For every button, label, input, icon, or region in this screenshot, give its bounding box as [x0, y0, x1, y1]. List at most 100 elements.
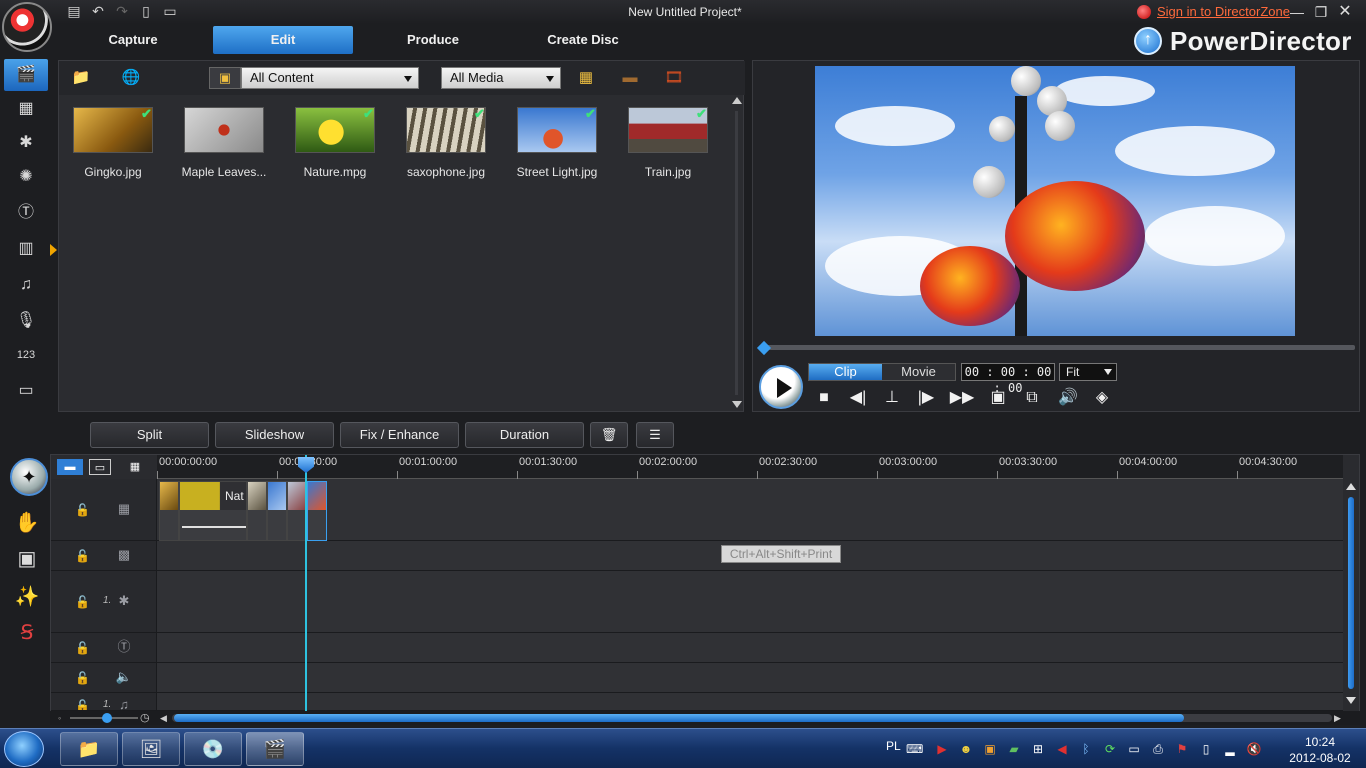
audio-mixing-room-icon[interactable]: ♫ — [4, 269, 48, 301]
close-button[interactable]: ✕ — [1336, 4, 1354, 20]
action-center-icon[interactable]: ⚑ — [1174, 741, 1190, 757]
library-item[interactable]: ✔ Nature.mpg — [285, 107, 385, 187]
language-indicator[interactable]: PL — [886, 739, 901, 753]
voice-track-lane[interactable] — [157, 663, 1343, 692]
download-media-icon[interactable]: 🌐 — [115, 67, 147, 89]
voice-over-room-icon[interactable]: 🎙 — [4, 305, 48, 337]
chapter-room-icon[interactable]: 123 — [4, 339, 48, 371]
hscroll-thumb[interactable] — [174, 714, 1184, 722]
seek-knob[interactable] — [756, 340, 772, 356]
snapshot-icon[interactable]: ▣ — [985, 387, 1011, 409]
scroll-down-icon[interactable] — [732, 401, 742, 408]
preview-window[interactable] — [815, 66, 1295, 336]
slideshow-button[interactable]: Slideshow — [215, 422, 334, 448]
video-clip[interactable] — [307, 481, 327, 541]
save-icon[interactable]: ▤ — [66, 3, 82, 19]
split-button[interactable]: Split — [90, 422, 209, 448]
play-button[interactable] — [759, 365, 803, 409]
timeline-ruler[interactable]: 00:00:00:00 00:00:30:00 00:01:00:00 00:0… — [157, 455, 1343, 479]
previous-frame-icon[interactable]: ◀| — [845, 387, 871, 409]
magic-movie-icon[interactable]: ✦ — [10, 458, 48, 496]
scroll-thumb[interactable] — [1348, 497, 1354, 689]
fast-forward-icon[interactable]: ▶▶ — [949, 387, 975, 409]
undock-icon[interactable]: ⧉ — [1019, 387, 1045, 409]
tab-edit[interactable]: Edit — [213, 26, 353, 54]
library-scrollbar[interactable] — [731, 97, 743, 409]
effect-room-icon[interactable]: ▦ — [4, 93, 48, 125]
tray-sync-icon[interactable]: ⟳ — [1102, 741, 1118, 757]
pip-objects-room-icon[interactable]: ✱ — [4, 127, 48, 159]
timecode-field[interactable]: 00 : 00 : 00 : 00 — [961, 363, 1055, 395]
transition-room-icon[interactable]: ▥ — [4, 233, 48, 265]
media-player-taskbar-icon[interactable]: 💿 — [184, 732, 242, 766]
clock-time[interactable]: 10:24 — [1290, 735, 1350, 749]
track-manager-icon[interactable]: ▦ — [123, 459, 147, 475]
bluetooth-icon[interactable]: ᛒ — [1078, 741, 1094, 757]
media-filter-select[interactable]: All Media — [441, 67, 561, 89]
zoom-out-icon[interactable]: ◦ — [58, 713, 68, 723]
open-project-icon[interactable]: ▭ — [162, 3, 178, 19]
tray-gpu-icon[interactable]: ▰ — [1006, 741, 1022, 757]
library-item[interactable]: ✔ Train.jpg — [618, 107, 718, 187]
timeline-vscrollbar[interactable] — [1345, 481, 1359, 711]
delete-icon[interactable]: 🗑 — [590, 422, 628, 448]
settings-icon[interactable]: ◈ — [1089, 387, 1115, 409]
library-menu-icon[interactable]: ▣ — [209, 67, 241, 89]
tray-audio-icon[interactable]: ◀ — [1054, 741, 1070, 757]
battery-icon[interactable]: ▯ — [1198, 741, 1214, 757]
lock-icon[interactable]: 🔓 — [75, 699, 90, 710]
clock-date[interactable]: 2012-08-02 — [1282, 751, 1358, 765]
undo-icon[interactable]: ↶ — [90, 3, 106, 19]
plugins-icon[interactable]: 🎞 — [659, 67, 689, 89]
lock-icon[interactable]: 🔓 — [75, 595, 90, 609]
magic-fix-icon[interactable]: ▣ — [6, 542, 48, 576]
magic-style-icon[interactable]: Ꞩ — [6, 616, 48, 650]
collapse-arrow-icon[interactable] — [50, 244, 57, 256]
upgrade-icon[interactable]: ↑ — [1134, 27, 1162, 55]
volume-icon[interactable]: 🔊 — [1055, 387, 1081, 409]
lock-icon[interactable]: 🔓 — [75, 503, 90, 517]
tray-network-icon[interactable]: ⊞ — [1030, 741, 1046, 757]
scroll-right-icon[interactable]: ▶ — [1334, 713, 1342, 723]
library-item[interactable]: ✔ saxophone.jpg — [396, 107, 496, 187]
tab-create-disc[interactable]: Create Disc — [513, 26, 653, 54]
zoom-select[interactable]: Fit — [1059, 363, 1117, 381]
clip-mode-button[interactable]: Clip — [809, 364, 882, 380]
title-room-icon[interactable]: Ⓣ — [4, 197, 48, 229]
tray-app-icon[interactable]: ☻ — [958, 741, 974, 757]
tab-capture[interactable]: Capture — [63, 26, 203, 54]
scroll-down-icon[interactable] — [1346, 697, 1356, 704]
explorer-taskbar-icon[interactable]: 📁 — [60, 732, 118, 766]
view-grid-icon[interactable]: ▦ — [571, 67, 601, 89]
start-button[interactable] — [4, 731, 44, 767]
tray-printer-icon[interactable]: ⎙ — [1150, 741, 1166, 757]
media-room-icon[interactable]: 🎬 — [4, 59, 48, 91]
zoom-slider-knob[interactable] — [102, 713, 112, 723]
library-item[interactable]: ✔ Gingko.jpg — [63, 107, 163, 187]
more-features-icon[interactable]: ☰ — [636, 422, 674, 448]
stop-icon[interactable]: ■ — [811, 387, 837, 409]
photo-viewer-taskbar-icon[interactable]: 🖼 — [122, 732, 180, 766]
video-clip[interactable] — [247, 481, 267, 541]
scroll-up-icon[interactable] — [1346, 483, 1356, 490]
mute-icon[interactable]: 🔇 — [1246, 741, 1262, 757]
next-frame-icon[interactable]: |▶ — [913, 387, 939, 409]
library-item[interactable]: ✔ Street Light.jpg — [507, 107, 607, 187]
app-logo[interactable] — [2, 2, 52, 52]
movie-mode-button[interactable]: Movie — [882, 364, 955, 380]
lock-icon[interactable]: 🔓 — [75, 549, 90, 563]
tray-box-icon[interactable]: ▣ — [982, 741, 998, 757]
video-clip[interactable] — [159, 481, 179, 541]
particle-room-icon[interactable]: ✺ — [4, 161, 48, 193]
signal-icon[interactable]: ▂ — [1222, 741, 1238, 757]
pip-track-lane[interactable] — [157, 571, 1343, 632]
import-media-icon[interactable]: 📁 — [65, 67, 97, 89]
content-filter-select[interactable]: All Content — [241, 67, 419, 89]
storyboard-icon[interactable]: ▬ — [615, 67, 645, 89]
split-marker-icon[interactable]: ⊥ — [879, 387, 905, 409]
zoom-in-icon[interactable]: ◷ — [140, 712, 152, 724]
powerdirector-taskbar-icon[interactable]: 🎬 — [246, 732, 304, 766]
music-track-lane[interactable] — [157, 693, 1343, 710]
preview-seekbar[interactable] — [756, 340, 1355, 356]
video-clip[interactable] — [287, 481, 307, 541]
